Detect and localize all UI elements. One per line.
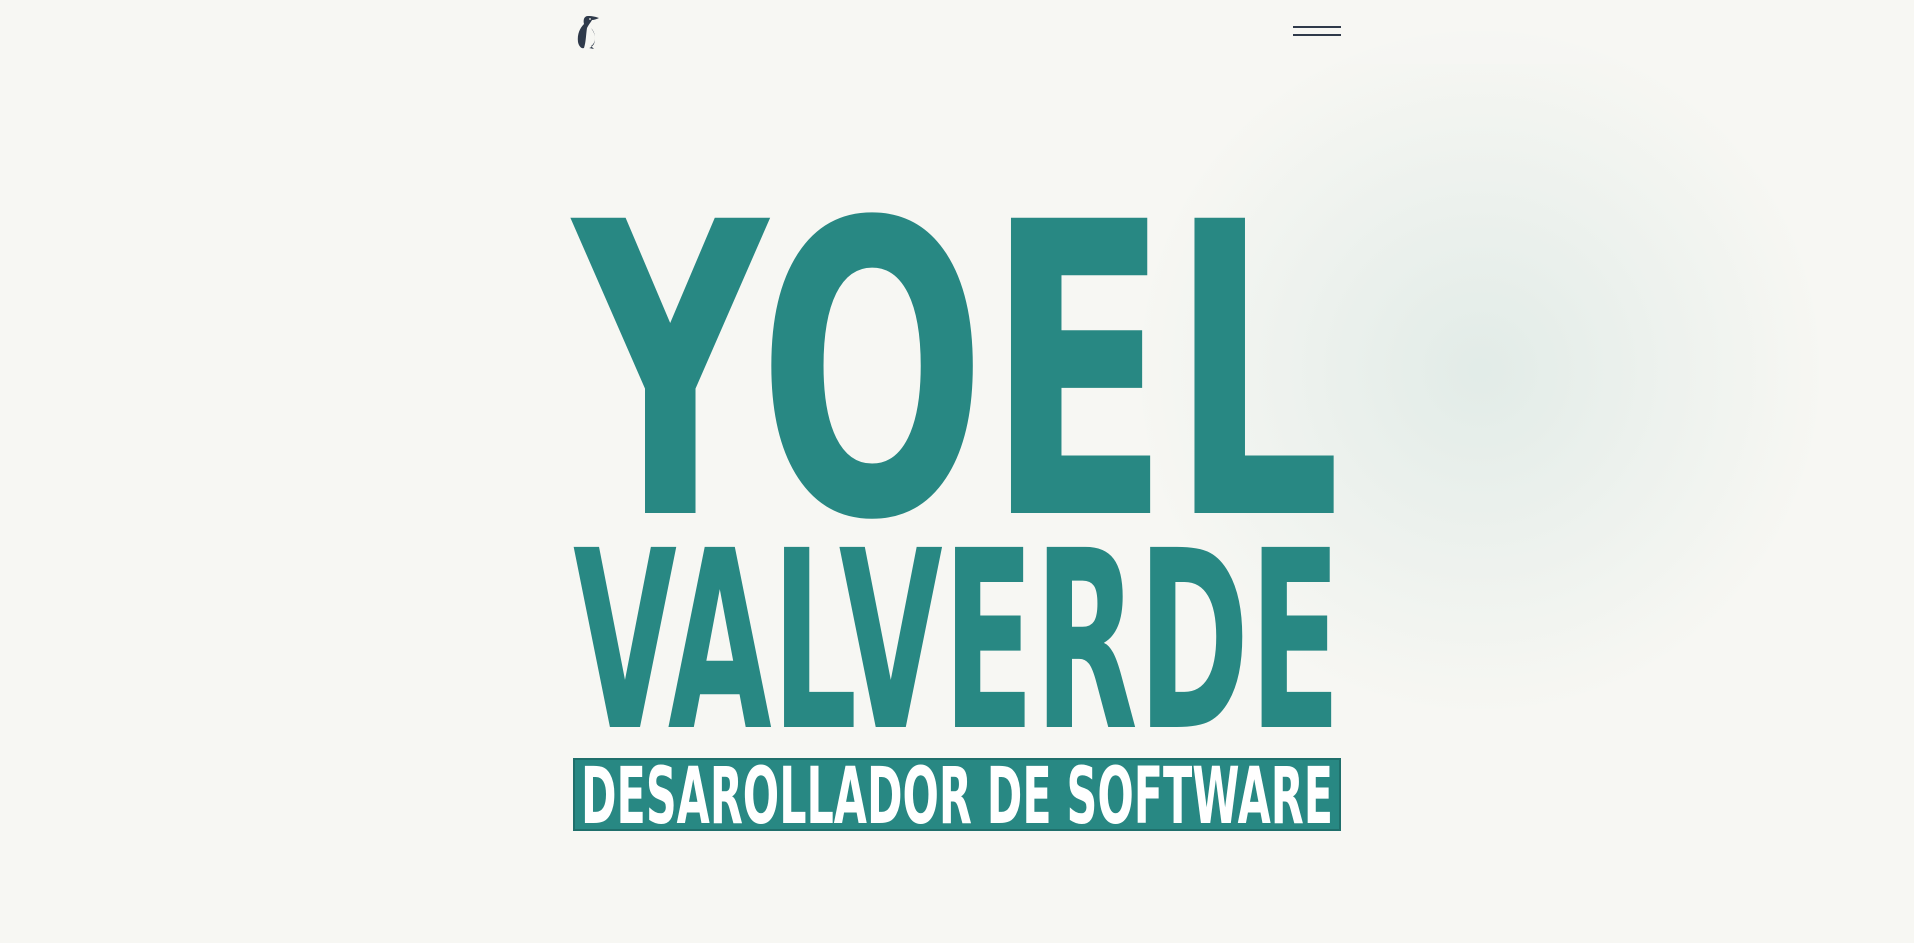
tagline-banner: DESAROLLADOR DE SOFTWARE	[573, 758, 1341, 831]
last-name-heading-svg: VALVERDE	[573, 499, 1341, 786]
hamburger-menu-icon[interactable]	[1293, 24, 1341, 40]
top-navigation-bar	[0, 0, 1914, 64]
last-name-heading: VALVERDE	[573, 499, 1341, 786]
first-name-heading-svg: YOEL	[569, 137, 1341, 609]
hero-section: YOEL VALVERDE	[569, 130, 1341, 786]
tagline-text: DESAROLLADOR DE SOFTWARE	[581, 760, 1333, 829]
penguin-icon[interactable]	[574, 14, 604, 50]
